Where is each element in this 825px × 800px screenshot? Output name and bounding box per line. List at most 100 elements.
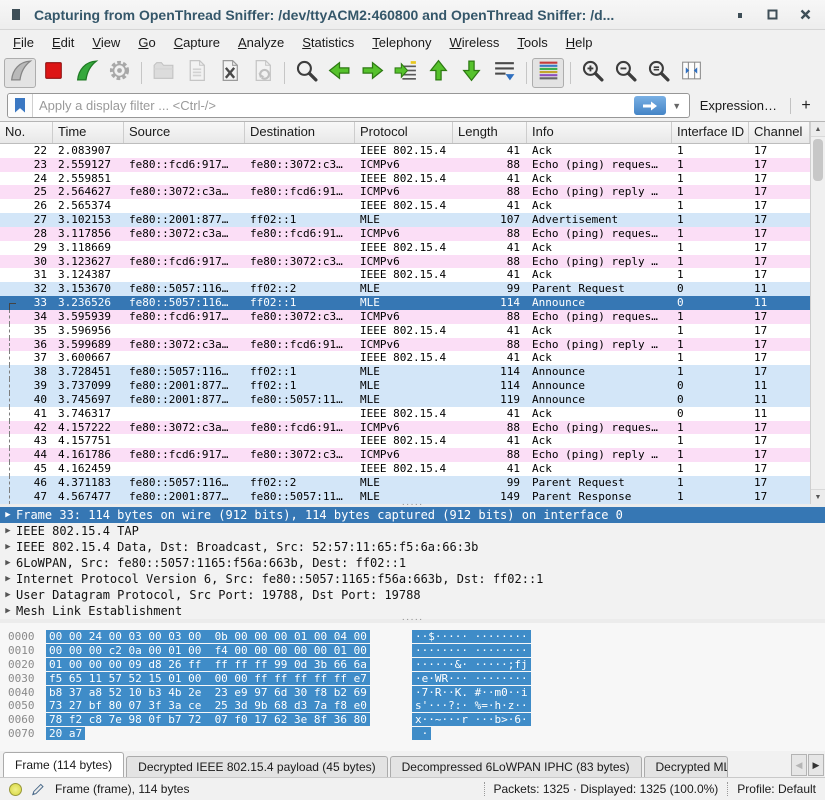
packet-row[interactable]: 353.596956IEEE 802.15.441Ack117 xyxy=(0,324,810,338)
capture-comment-icon[interactable] xyxy=(31,782,45,796)
hex-ascii[interactable]: ······&· ·····;fj xyxy=(412,658,531,672)
hex-ascii-selected[interactable]: ·7·R··K. #··m0··i xyxy=(412,686,531,699)
stop-capture-button[interactable] xyxy=(37,58,69,88)
packet-row[interactable]: 413.746317IEEE 802.15.441Ack011 xyxy=(0,407,810,421)
hex-bytes-selected[interactable]: 20 a7 xyxy=(46,727,85,740)
restart-capture-button[interactable] xyxy=(70,58,102,88)
menu-tools[interactable]: Tools xyxy=(508,32,556,53)
last-packet-button[interactable] xyxy=(455,58,487,88)
menu-edit[interactable]: Edit xyxy=(43,32,83,53)
hex-ascii[interactable]: s'···?:· %=·h·z·· xyxy=(412,699,531,713)
packet-row[interactable]: 333.236526fe80::5057:116…ff02::1MLE114An… xyxy=(0,296,810,310)
list-details-splitter[interactable]: ····· xyxy=(0,504,825,507)
hex-ascii[interactable]: ········ ········ xyxy=(412,644,531,658)
expander-icon[interactable]: ▶ xyxy=(0,523,16,539)
resize-columns-button[interactable] xyxy=(675,58,707,88)
zoom-out-button[interactable] xyxy=(609,58,641,88)
zoom-in-button[interactable] xyxy=(576,58,608,88)
packet-row[interactable]: 313.124387IEEE 802.15.441Ack117 xyxy=(0,268,810,282)
menu-wireless[interactable]: Wireless xyxy=(441,32,509,53)
hex-ascii-selected[interactable]: ··$····· ········ xyxy=(412,630,531,643)
hex-ascii[interactable]: ·7·R··K. #··m0··i xyxy=(412,686,531,700)
hex-row[interactable]: 0040b8 37 a8 52 10 b3 4b 2e 23 e9 97 6d … xyxy=(0,686,825,700)
hex-row[interactable]: 001000 00 00 c2 0a 00 01 00 f4 00 00 00 … xyxy=(0,644,825,658)
packet-row[interactable]: 222.083907IEEE 802.15.441Ack117 xyxy=(0,144,810,158)
scrollbar-thumb[interactable] xyxy=(813,139,823,181)
expander-icon[interactable]: ▶ xyxy=(0,539,16,555)
packet-row[interactable]: 232.559127fe80::fcd6:917…fe80::3072:c3…I… xyxy=(0,158,810,172)
hex-bytes-selected[interactable]: 78 f2 c8 7e 98 0f b7 72 07 f0 17 62 3e 8… xyxy=(46,713,370,726)
packet-row[interactable]: 424.157222fe80::3072:c3a…fe80::fcd6:91…I… xyxy=(0,421,810,435)
display-filter-input[interactable] xyxy=(33,98,634,113)
hex-bytes-selected[interactable]: 73 27 bf 80 07 3f 3a ce 25 3d 9b 68 d3 7… xyxy=(46,699,370,712)
menu-go[interactable]: Go xyxy=(129,32,164,53)
previous-packet-button[interactable] xyxy=(323,58,355,88)
colorize-button[interactable] xyxy=(532,58,564,88)
hex-row[interactable]: 002001 00 00 00 09 d8 26 ff ff ff ff 99 … xyxy=(0,658,825,672)
detail-line[interactable]: ▶6LoWPAN, Src: fe80::5057:1165:f56a:663b… xyxy=(0,555,825,571)
next-packet-button[interactable] xyxy=(356,58,388,88)
first-packet-button[interactable] xyxy=(422,58,454,88)
packet-row[interactable]: 293.118669IEEE 802.15.441Ack117 xyxy=(0,241,810,255)
packet-row[interactable]: 393.737099fe80::2001:877…ff02::1MLE114An… xyxy=(0,379,810,393)
zoom-reset-button[interactable] xyxy=(642,58,674,88)
expander-icon[interactable]: ▶ xyxy=(0,507,16,523)
hex-bytes[interactable]: 20 a7 xyxy=(46,727,372,741)
hex-bytes-selected[interactable]: 00 00 00 c2 0a 00 01 00 f4 00 00 00 00 0… xyxy=(46,644,370,657)
packet-row[interactable]: 373.600667IEEE 802.15.441Ack117 xyxy=(0,351,810,365)
packet-row[interactable]: 343.595939fe80::fcd6:917…fe80::3072:c3…I… xyxy=(0,310,810,324)
byte-tab[interactable]: Decrypted IEEE 802.15.4 payload (45 byte… xyxy=(126,756,387,777)
expert-info-icon[interactable] xyxy=(9,783,22,796)
hex-bytes[interactable]: 78 f2 c8 7e 98 0f b7 72 07 f0 17 62 3e 8… xyxy=(46,713,372,727)
hex-ascii-selected[interactable]: s'···?:· %=·h·z·· xyxy=(412,699,531,712)
hex-row[interactable]: 0030f5 65 11 57 52 15 01 00 00 00 ff ff … xyxy=(0,672,825,686)
menu-statistics[interactable]: Statistics xyxy=(293,32,363,53)
expression-button[interactable]: Expression… xyxy=(700,98,777,113)
reload-file-button[interactable] xyxy=(246,58,278,88)
hex-ascii[interactable]: x··~···r ···b>·6· xyxy=(412,713,531,727)
open-file-button[interactable] xyxy=(147,58,179,88)
tab-scroll-right-icon[interactable]: ▶ xyxy=(808,754,824,776)
hex-bytes[interactable]: 01 00 00 00 09 d8 26 ff ff ff ff 99 0d 3… xyxy=(46,658,372,672)
hex-ascii-selected[interactable]: ······&· ·····;fj xyxy=(412,658,531,671)
capture-options-button[interactable] xyxy=(103,58,135,88)
packet-row[interactable]: 283.117856fe80::3072:c3a…fe80::fcd6:91…I… xyxy=(0,227,810,241)
hex-row[interactable]: 006078 f2 c8 7e 98 0f b7 72 07 f0 17 62 … xyxy=(0,713,825,727)
hex-ascii[interactable]: ·e·WR··· ········ xyxy=(412,672,531,686)
hex-bytes[interactable]: f5 65 11 57 52 15 01 00 00 00 ff ff ff f… xyxy=(46,672,372,686)
packet-row[interactable]: 383.728451fe80::5057:116…ff02::1MLE114An… xyxy=(0,365,810,379)
menu-analyze[interactable]: Analyze xyxy=(229,32,293,53)
column-header-chan[interactable]: Channel xyxy=(749,122,810,143)
detail-line[interactable]: ▶IEEE 802.15.4 Data, Dst: Broadcast, Src… xyxy=(0,539,825,555)
detail-line[interactable]: ▶IEEE 802.15.4 TAP xyxy=(0,523,825,539)
column-header-src[interactable]: Source xyxy=(124,122,245,143)
packet-row[interactable]: 323.153670fe80::5057:116…ff02::2MLE99Par… xyxy=(0,282,810,296)
save-file-button[interactable] xyxy=(180,58,212,88)
hex-bytes[interactable]: 00 00 24 00 03 00 03 00 0b 00 00 00 01 0… xyxy=(46,630,372,644)
byte-tab[interactable]: Decrypted ML xyxy=(644,756,728,777)
menu-telephony[interactable]: Telephony xyxy=(363,32,440,53)
packet-row[interactable]: 434.157751IEEE 802.15.441Ack117 xyxy=(0,434,810,448)
hex-bytes-selected[interactable]: f5 65 11 57 52 15 01 00 00 00 ff ff ff f… xyxy=(46,672,370,685)
column-header-len[interactable]: Length xyxy=(453,122,527,143)
column-header-info[interactable]: Info xyxy=(527,122,672,143)
menu-capture[interactable]: Capture xyxy=(165,32,229,53)
autoscroll-button[interactable] xyxy=(488,58,520,88)
close-icon[interactable] xyxy=(800,9,811,20)
packet-row[interactable]: 454.162459IEEE 802.15.441Ack117 xyxy=(0,462,810,476)
details-hex-splitter[interactable]: ····· xyxy=(0,619,825,623)
packet-row[interactable]: 303.123627fe80::fcd6:917…fe80::3072:c3…I… xyxy=(0,255,810,269)
byte-tab[interactable]: Decompressed 6LoWPAN IPHC (83 bytes) xyxy=(390,756,642,777)
column-header-iface[interactable]: Interface ID xyxy=(672,122,749,143)
hex-row[interactable]: 005073 27 bf 80 07 3f 3a ce 25 3d 9b 68 … xyxy=(0,699,825,713)
packet-list-scrollbar[interactable]: ▲ ▼ xyxy=(810,122,825,504)
menu-file[interactable]: File xyxy=(4,32,43,53)
packet-row[interactable]: 252.564627fe80::3072:c3a…fe80::fcd6:91…I… xyxy=(0,185,810,199)
packet-row[interactable]: 242.559851IEEE 802.15.441Ack117 xyxy=(0,172,810,186)
goto-packet-button[interactable] xyxy=(389,58,421,88)
expander-icon[interactable]: ▶ xyxy=(0,571,16,587)
maximize-icon[interactable] xyxy=(767,9,778,20)
hex-ascii[interactable]: ··$····· ········ xyxy=(412,630,531,644)
tab-scroll-left-icon[interactable]: ◀ xyxy=(791,754,807,776)
column-header-proto[interactable]: Protocol xyxy=(355,122,453,143)
